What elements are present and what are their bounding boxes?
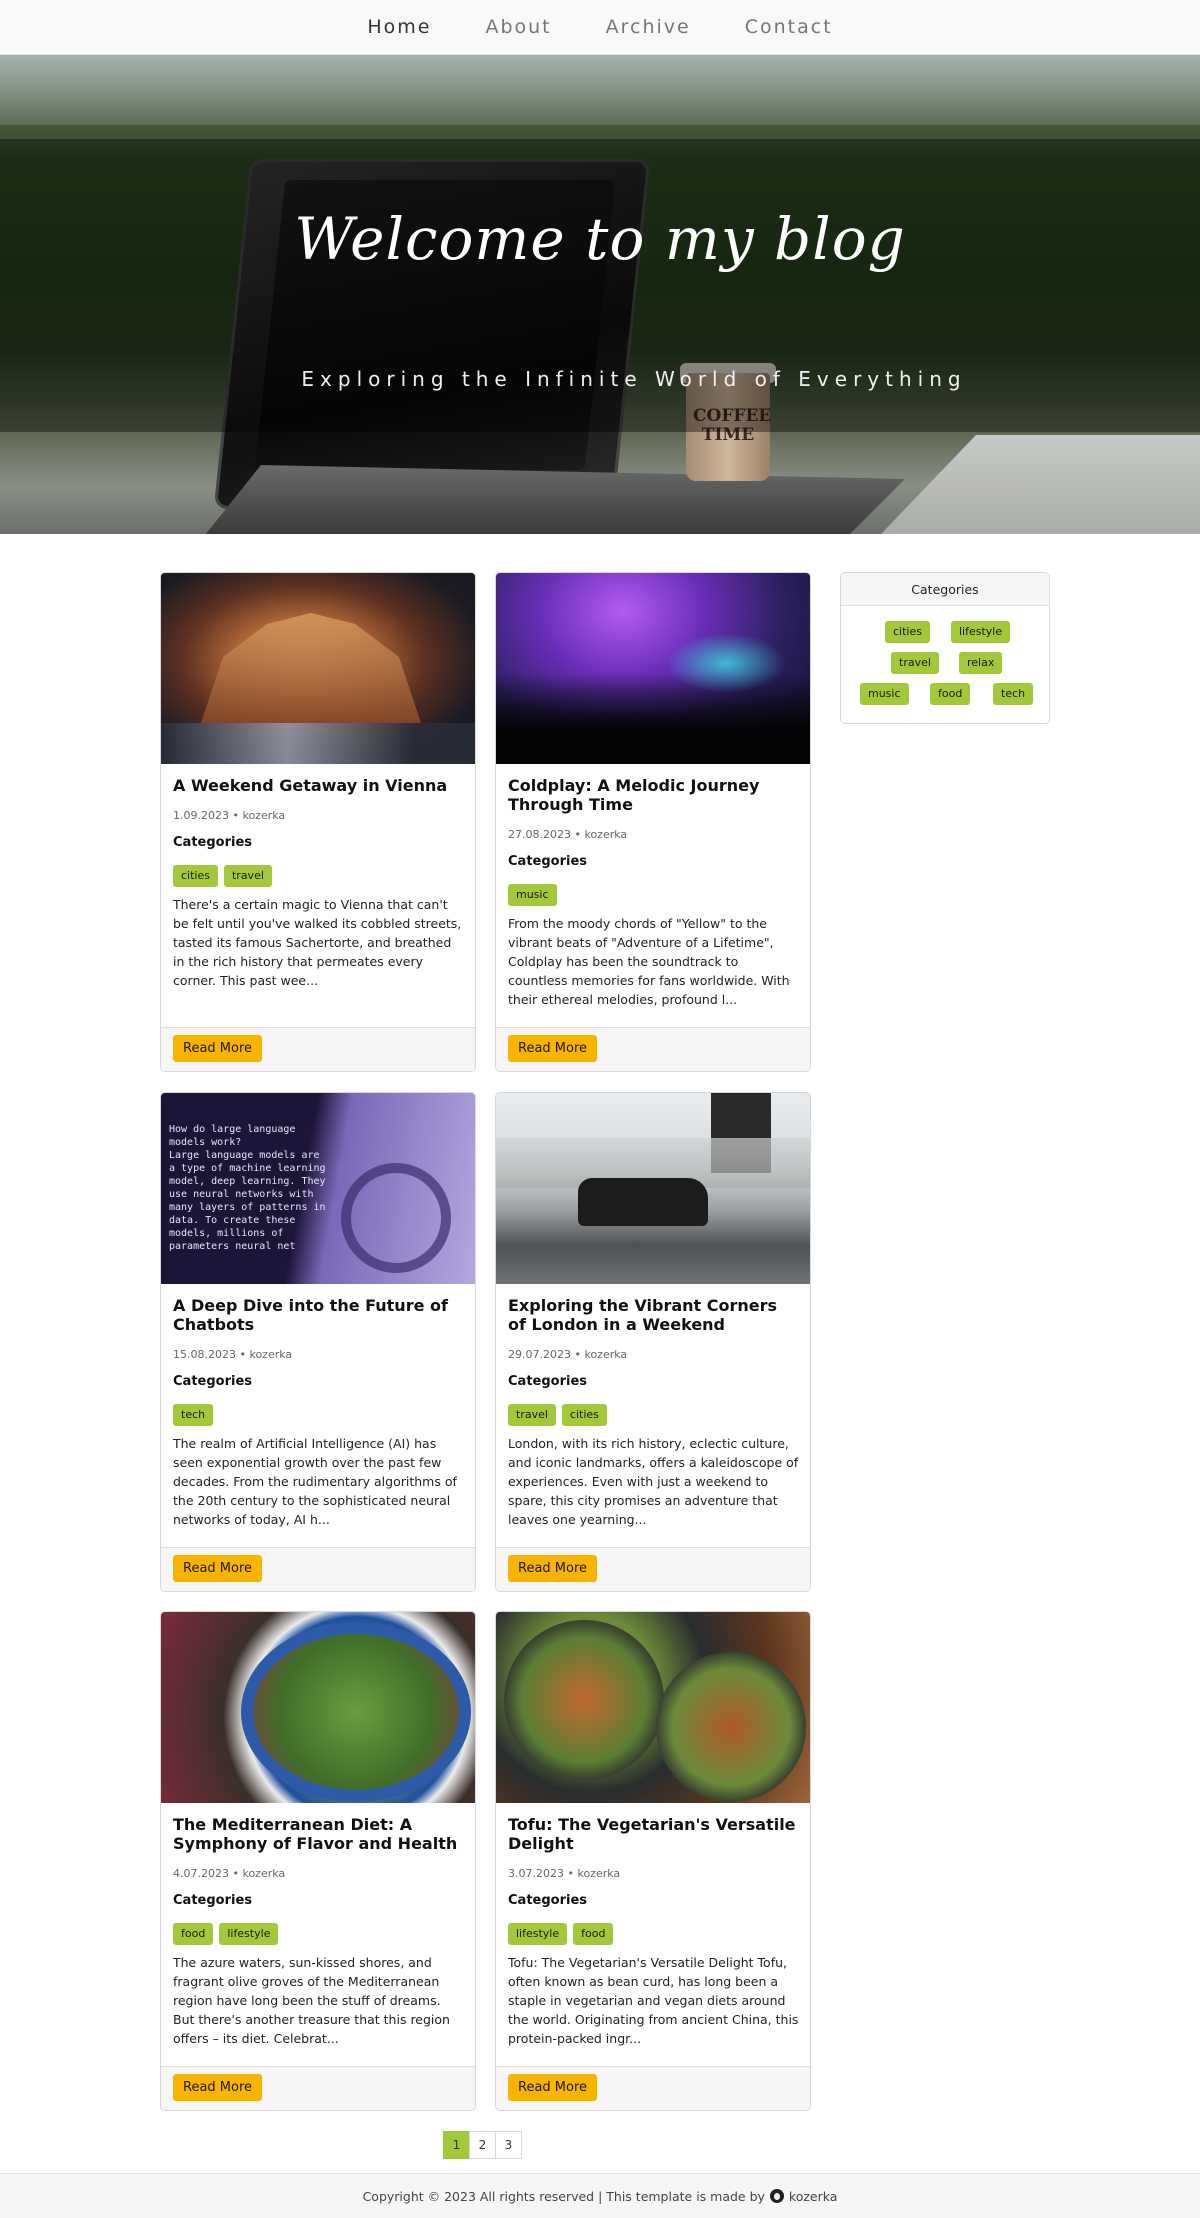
post-meta: 3.07.2023 • kozerka bbox=[508, 1867, 621, 1880]
nav-about[interactable]: About bbox=[485, 16, 551, 38]
post-categories-heading: Categories bbox=[173, 835, 253, 850]
read-more-button[interactable]: Read More bbox=[508, 2074, 598, 2101]
post-excerpt: Tofu: The Vegetarian's Versatile Delight… bbox=[508, 1955, 799, 2046]
page-3-button[interactable]: 3 bbox=[495, 2131, 522, 2159]
post-tags: cities travel bbox=[173, 865, 272, 887]
post-tags: food lifestyle bbox=[173, 1923, 279, 1945]
tag-travel[interactable]: travel bbox=[508, 1404, 556, 1426]
post-card-tofu: Tofu: The Vegetarian's Versatile Delight… bbox=[495, 1611, 811, 2111]
post-image-concert[interactable] bbox=[496, 573, 810, 764]
github-icon bbox=[769, 2189, 784, 2203]
post-card-mediterranean: The Mediterranean Diet: A Symphony of Fl… bbox=[160, 1611, 476, 2111]
post-excerpt: The azure waters, sun-kissed shores, and… bbox=[173, 1955, 450, 2046]
post-title[interactable]: The Mediterranean Diet: A Symphony of Fl… bbox=[173, 1815, 463, 1853]
tag-lifestyle[interactable]: lifestyle bbox=[219, 1923, 279, 1945]
post-tags: music bbox=[508, 884, 557, 906]
tag-food[interactable]: food bbox=[173, 1923, 214, 1945]
footer-author-link[interactable]: kozerka bbox=[789, 2189, 838, 2204]
post-tags: tech bbox=[173, 1404, 214, 1426]
read-more-button[interactable]: Read More bbox=[508, 1555, 598, 1582]
sidebar-tag-lifestyle[interactable]: lifestyle bbox=[951, 621, 1011, 643]
post-tags: lifestyle food bbox=[508, 1923, 614, 1945]
post-meta: 4.07.2023 • kozerka bbox=[173, 1867, 286, 1880]
post-categories-heading: Categories bbox=[508, 1374, 588, 1389]
sidebar-tag-cities[interactable]: cities bbox=[885, 621, 930, 643]
post-meta: 27.08.2023 • kozerka bbox=[508, 828, 628, 841]
post-meta: 15.08.2023 • kozerka bbox=[173, 1348, 293, 1361]
page-1-button[interactable]: 1 bbox=[443, 2131, 470, 2159]
tag-lifestyle[interactable]: lifestyle bbox=[508, 1923, 568, 1945]
post-categories-heading: Categories bbox=[508, 1893, 588, 1908]
post-title[interactable]: A Deep Dive into the Future of Chatbots bbox=[173, 1296, 463, 1334]
tag-cities[interactable]: cities bbox=[561, 1404, 607, 1426]
post-meta: 29.07.2023 • kozerka bbox=[508, 1348, 628, 1361]
hero-banner: COFFEE TIME Welcome to my blog Exploring… bbox=[0, 55, 1200, 534]
page-footer: Copyright © 2023 All rights reserved | T… bbox=[0, 2173, 1200, 2218]
sidebar-heading: Categories bbox=[841, 573, 1049, 606]
sidebar-tag-relax[interactable]: relax bbox=[959, 652, 1003, 674]
post-categories-heading: Categories bbox=[508, 854, 588, 869]
post-title[interactable]: Exploring the Vibrant Corners of London … bbox=[508, 1296, 798, 1334]
post-tags: travel cities bbox=[508, 1404, 607, 1426]
read-more-button[interactable]: Read More bbox=[508, 1035, 598, 1062]
post-image-tofu-bowls[interactable] bbox=[496, 1612, 810, 1803]
hero-subtitle: Exploring the Infinite World of Everythi… bbox=[301, 367, 967, 391]
post-categories-heading: Categories bbox=[173, 1893, 253, 1908]
post-meta: 1.09.2023 • kozerka bbox=[173, 809, 286, 822]
sidebar-tag-food[interactable]: food bbox=[930, 683, 971, 705]
read-more-button[interactable]: Read More bbox=[173, 1555, 263, 1582]
post-image-vienna-opera[interactable] bbox=[161, 573, 475, 764]
post-footer: Read More bbox=[161, 1027, 475, 1071]
nav-archive[interactable]: Archive bbox=[606, 16, 691, 38]
tag-food[interactable]: food bbox=[573, 1923, 614, 1945]
post-card-vienna: A Weekend Getaway in Vienna 1.09.2023 • … bbox=[160, 572, 476, 1072]
footer-copyright: Copyright © 2023 All rights reserved | T… bbox=[362, 2188, 765, 2204]
nav-home[interactable]: Home bbox=[367, 16, 431, 38]
hero-road bbox=[880, 435, 1200, 534]
post-excerpt: London, with its rich history, eclectic … bbox=[508, 1436, 799, 1527]
post-categories-heading: Categories bbox=[173, 1374, 253, 1389]
hero-title: Welcome to my blog bbox=[294, 205, 906, 273]
post-title[interactable]: Coldplay: A Melodic Journey Through Time bbox=[508, 776, 798, 814]
hero-mountains bbox=[0, 55, 1200, 125]
tag-music[interactable]: music bbox=[508, 884, 557, 906]
post-excerpt: There's a certain magic to Vienna that c… bbox=[173, 897, 462, 988]
pagination: 1 2 3 bbox=[443, 2131, 522, 2159]
read-more-button[interactable]: Read More bbox=[173, 1035, 263, 1062]
sidebar-tag-tech[interactable]: tech bbox=[993, 683, 1034, 705]
post-image-london-taxi[interactable] bbox=[496, 1093, 810, 1284]
post-image-chatbot-screen[interactable]: How do large language models work? Large… bbox=[161, 1093, 475, 1284]
categories-sidebar: Categories cities lifestyle travel relax… bbox=[840, 572, 1050, 724]
post-excerpt: The realm of Artificial Intelligence (AI… bbox=[173, 1436, 457, 1527]
post-footer: Read More bbox=[496, 2066, 810, 2110]
sidebar-tag-music[interactable]: music bbox=[860, 683, 909, 705]
post-footer: Read More bbox=[161, 1547, 475, 1591]
tag-cities[interactable]: cities bbox=[173, 865, 218, 887]
chatbot-screen-text: How do large language models work? Large… bbox=[169, 1124, 326, 1252]
post-footer: Read More bbox=[496, 1547, 810, 1591]
post-card-london: Exploring the Vibrant Corners of London … bbox=[495, 1092, 811, 1592]
post-footer: Read More bbox=[161, 2066, 475, 2110]
post-title[interactable]: A Weekend Getaway in Vienna bbox=[173, 776, 463, 795]
page-2-button[interactable]: 2 bbox=[469, 2131, 496, 2159]
tag-tech[interactable]: tech bbox=[173, 1404, 214, 1426]
sidebar-tag-travel[interactable]: travel bbox=[891, 652, 939, 674]
post-image-salad-bowl[interactable] bbox=[161, 1612, 475, 1803]
nav-contact[interactable]: Contact bbox=[745, 16, 833, 38]
hero-laptop-keyboard bbox=[205, 465, 905, 534]
tag-travel[interactable]: travel bbox=[223, 865, 272, 887]
post-card-chatbots: How do large language models work? Large… bbox=[160, 1092, 476, 1592]
post-card-coldplay: Coldplay: A Melodic Journey Through Time… bbox=[495, 572, 811, 1072]
top-navbar: Home About Archive Contact bbox=[0, 0, 1200, 55]
read-more-button[interactable]: Read More bbox=[173, 2074, 263, 2101]
post-footer: Read More bbox=[496, 1027, 810, 1071]
post-excerpt: From the moody chords of "Yellow" to the… bbox=[508, 916, 790, 1007]
post-title[interactable]: Tofu: The Vegetarian's Versatile Delight bbox=[508, 1815, 798, 1853]
